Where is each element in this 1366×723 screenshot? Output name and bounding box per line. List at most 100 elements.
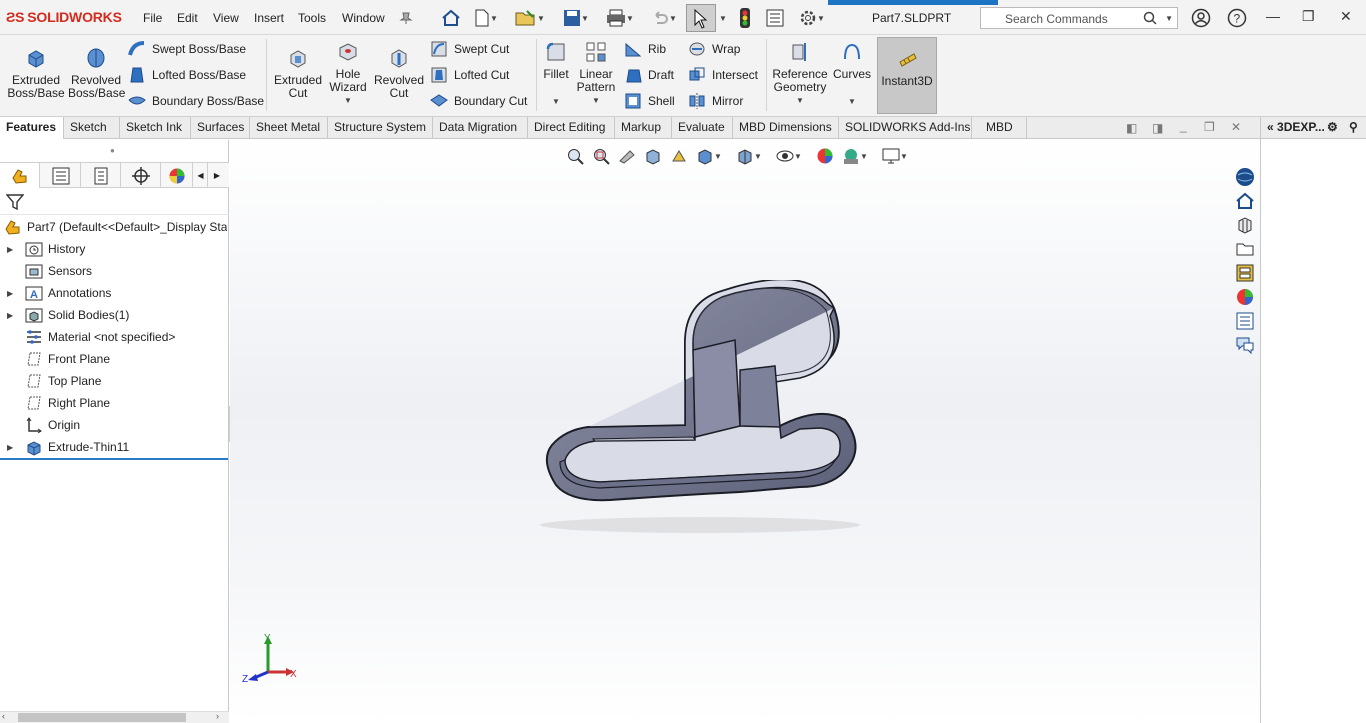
- revolved-boss-base-button[interactable]: Revolved Boss/Base: [68, 47, 125, 100]
- display-manager-tab-icon[interactable]: [161, 163, 193, 188]
- tree-item-front-plane[interactable]: Front Plane: [0, 348, 228, 370]
- pin-icon[interactable]: [398, 7, 414, 29]
- rib-button[interactable]: Rib: [624, 40, 666, 58]
- solidworks-resources-home-icon[interactable]: [1234, 190, 1256, 212]
- tabs-scroll-left-icon[interactable]: ◀: [194, 163, 208, 188]
- tree-item-extrude-thin11[interactable]: ▶ Extrude-Thin11: [0, 436, 228, 458]
- select-dropdown-icon[interactable]: ▼: [718, 7, 728, 29]
- mirror-button[interactable]: Mirror: [688, 92, 743, 110]
- tab-data-migration[interactable]: Data Migration: [433, 117, 528, 139]
- tab-surfaces[interactable]: Surfaces: [191, 117, 250, 139]
- view-palette-icon[interactable]: [1234, 262, 1256, 284]
- swept-boss-base-button[interactable]: Swept Boss/Base: [128, 40, 246, 58]
- search-dropdown-icon[interactable]: ▼: [1165, 14, 1173, 23]
- tab-mbd-dimensions[interactable]: MBD Dimensions: [733, 117, 839, 139]
- tab-sketch-ink[interactable]: Sketch Ink: [120, 117, 191, 139]
- tab-evaluate[interactable]: Evaluate: [672, 117, 733, 139]
- tab-sheet-metal[interactable]: Sheet Metal: [250, 117, 328, 139]
- tree-item-annotations[interactable]: ▶ A Annotations: [0, 282, 228, 304]
- dynamic-annotation-views-icon[interactable]: [669, 146, 689, 166]
- graphics-area[interactable]: ▼ ▼ ▼ ▼ ▼ Y X Z: [230, 140, 1260, 723]
- draft-button[interactable]: Draft: [624, 66, 674, 84]
- tabs-scroll-right-icon[interactable]: ▶: [210, 163, 224, 188]
- tab-structure-system[interactable]: Structure System: [328, 117, 433, 139]
- tree-item-history[interactable]: ▶ History: [0, 238, 228, 260]
- 3d-model-extrude-thin[interactable]: [530, 280, 870, 540]
- menu-edit[interactable]: Edit: [177, 11, 198, 25]
- horizontal-scrollbar[interactable]: ‹ ›: [0, 711, 229, 723]
- doc-minimize-icon[interactable]: _: [1180, 119, 1187, 133]
- boundary-boss-base-button[interactable]: Boundary Boss/Base: [128, 92, 264, 110]
- open-folder-icon[interactable]: ▼: [512, 7, 548, 29]
- minimize-window-icon[interactable]: —: [1266, 8, 1280, 24]
- collapse-task-pane-icon[interactable]: «: [1267, 120, 1274, 134]
- menu-window[interactable]: Window: [342, 11, 385, 25]
- file-explorer-icon[interactable]: [1234, 238, 1256, 260]
- tree-item-origin[interactable]: Origin: [0, 414, 228, 436]
- doc-close-icon[interactable]: ✕: [1231, 120, 1241, 134]
- design-library-icon[interactable]: [1234, 214, 1256, 236]
- doc-restore-icon[interactable]: ❐: [1204, 120, 1215, 134]
- curves-button[interactable]: Curves ▼: [832, 41, 872, 108]
- hole-wizard-button[interactable]: Hole Wizard ▼: [326, 41, 370, 107]
- filter-icon[interactable]: [5, 193, 25, 214]
- 3dexperience-globe-icon[interactable]: [1234, 166, 1256, 188]
- tab-solidworks-add-ins[interactable]: SOLIDWORKS Add-Ins: [839, 117, 972, 139]
- view-orientation-icon[interactable]: ▼: [695, 146, 723, 166]
- tree-item-top-plane[interactable]: Top Plane: [0, 370, 228, 392]
- pane-splitter-handle[interactable]: ●: [110, 146, 115, 155]
- edit-appearance-icon[interactable]: [815, 146, 835, 166]
- menu-view[interactable]: View: [213, 11, 239, 25]
- view-settings-icon[interactable]: ▼: [881, 146, 909, 166]
- reference-geometry-dropdown-icon[interactable]: ▼: [770, 94, 830, 107]
- tree-item-material[interactable]: Material <not specified>: [0, 326, 228, 348]
- feature-tree-tab-icon[interactable]: [0, 163, 40, 188]
- new-document-icon[interactable]: ▼: [472, 7, 500, 29]
- rollback-bar[interactable]: [0, 458, 228, 460]
- lofted-boss-base-button[interactable]: Lofted Boss/Base: [128, 66, 246, 84]
- tree-root-part[interactable]: Part7 (Default<<Default>_Display Sta: [0, 216, 228, 238]
- revolved-cut-button[interactable]: Revolved Cut: [372, 47, 426, 100]
- menu-file[interactable]: File: [143, 11, 162, 25]
- user-account-icon[interactable]: [1190, 7, 1212, 29]
- rebuild-traffic-light-icon[interactable]: [736, 7, 754, 29]
- tab-markup[interactable]: Markup: [615, 117, 672, 139]
- viewport-tile-left-icon[interactable]: ◧: [1126, 121, 1137, 135]
- help-icon[interactable]: ?: [1226, 7, 1248, 29]
- file-properties-icon[interactable]: [764, 7, 786, 29]
- zoom-to-area-icon[interactable]: [591, 146, 611, 166]
- boundary-cut-button[interactable]: Boundary Cut: [430, 92, 527, 110]
- curves-dropdown-icon[interactable]: ▼: [832, 95, 872, 108]
- search-input[interactable]: Search Commands: [1005, 12, 1108, 26]
- tab-mbd[interactable]: MBD: [972, 117, 1027, 139]
- shell-button[interactable]: Shell: [624, 92, 675, 110]
- tree-item-solid-bodies[interactable]: ▶ Solid Bodies(1): [0, 304, 228, 326]
- fillet-dropdown-icon[interactable]: ▼: [540, 95, 572, 108]
- fillet-button[interactable]: Fillet ▼: [540, 41, 572, 108]
- expand-arrow-icon[interactable]: ▶: [7, 245, 17, 254]
- scrollbar-thumb[interactable]: [18, 713, 186, 722]
- lofted-cut-button[interactable]: Lofted Cut: [430, 66, 509, 84]
- task-pane-settings-gear-icon[interactable]: ⚙: [1327, 117, 1338, 138]
- hide-show-items-icon[interactable]: ▼: [775, 146, 803, 166]
- dimxpert-tab-icon[interactable]: [121, 163, 161, 188]
- hole-wizard-dropdown-icon[interactable]: ▼: [326, 94, 370, 107]
- tab-sketch[interactable]: Sketch: [64, 117, 120, 139]
- custom-properties-icon[interactable]: [1234, 310, 1256, 332]
- task-pane-pin-icon[interactable]: ⚲: [1349, 117, 1358, 138]
- menu-tools[interactable]: Tools: [298, 11, 326, 25]
- print-icon[interactable]: ▼: [602, 7, 638, 29]
- menu-insert[interactable]: Insert: [254, 11, 284, 25]
- restore-window-icon[interactable]: ❐: [1302, 8, 1315, 25]
- instant3d-button[interactable]: Instant3D: [877, 37, 937, 114]
- linear-pattern-dropdown-icon[interactable]: ▼: [574, 94, 618, 107]
- extruded-boss-base-button[interactable]: Extruded Boss/Base: [6, 47, 66, 100]
- save-icon[interactable]: ▼: [558, 7, 594, 29]
- configuration-manager-tab-icon[interactable]: [81, 163, 121, 188]
- search-commands-field[interactable]: Search Commands ▼: [980, 7, 1178, 29]
- options-gear-icon[interactable]: ▼: [794, 7, 830, 29]
- display-style-icon[interactable]: ▼: [735, 146, 763, 166]
- section-view-icon[interactable]: [643, 146, 663, 166]
- property-manager-tab-icon[interactable]: [41, 163, 81, 188]
- swept-cut-button[interactable]: Swept Cut: [430, 40, 509, 58]
